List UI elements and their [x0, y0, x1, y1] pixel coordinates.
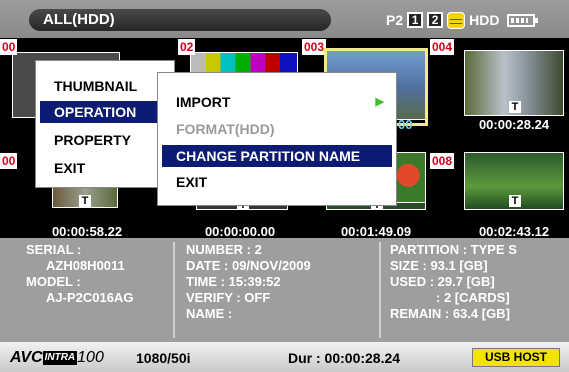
clip-image: T: [464, 152, 564, 210]
clip-timecode: 00:02:43.12: [478, 224, 550, 239]
time-field: TIME : 15:39:52: [186, 274, 281, 289]
clip-timecode: 00:00:28.24: [478, 117, 550, 132]
partition-info: PARTITION : TYPE S SIZE : 93.1 [GB] USED…: [390, 242, 517, 322]
t-mark-icon: T: [79, 195, 91, 207]
clip-thumbnail[interactable]: T 004 00:00:28.24: [430, 38, 564, 133]
menu-item-exit[interactable]: EXIT: [40, 157, 170, 179]
clip-number: 02: [178, 39, 196, 55]
clip-thumbnail[interactable]: T 008 00:02:43.12: [430, 144, 564, 239]
avc-text: AVC: [10, 349, 43, 366]
remain-field: REMAIN : 63.4 [GB]: [390, 306, 510, 321]
battery-icon: [507, 13, 539, 27]
clip-timecode: 00: [398, 117, 413, 132]
serial-label: SERIAL :: [26, 242, 82, 257]
clip-number: 004: [430, 39, 455, 55]
clip-timecode: 00:00:00.00: [204, 224, 276, 239]
submenu-arrow-icon: ▶: [375, 96, 384, 108]
screen: ALL(HDD) P2 1 2 HDD 00 02 003 00 T 004 0…: [0, 0, 569, 372]
clip-timecode: 00:00:58.22: [51, 224, 123, 239]
slot1-indicator: 1: [407, 12, 424, 28]
serial-value: AZH08H0011: [46, 258, 125, 273]
clip-image: T: [52, 186, 118, 208]
clip-timecode: 00:01:49.09: [340, 224, 412, 239]
clip-number: 003: [302, 39, 327, 55]
intra-badge: INTRA: [42, 351, 78, 365]
name-field: NAME :: [186, 306, 233, 321]
menu-item-exit[interactable]: EXIT: [162, 171, 392, 193]
view-title: ALL(HDD): [29, 9, 331, 31]
p2-label: P2: [386, 12, 404, 28]
clip-number: 00: [0, 153, 18, 169]
device-info: SERIAL : AZH08H0011 MODEL : AJ-P2C016AG: [26, 242, 133, 306]
menu-item-format-hdd: FORMAT(HDD): [176, 121, 275, 137]
menu-item-change-partition-name[interactable]: CHANGE PARTITION NAME: [162, 145, 392, 167]
hdd-label: HDD: [469, 12, 500, 28]
t-mark-icon: T: [509, 101, 521, 113]
divider: [173, 242, 175, 338]
footer-bar: AVC INTRA 100 1080/50i Dur : 00:00:28.24 U…: [0, 342, 569, 372]
number-field: NUMBER : 2: [186, 242, 262, 257]
menu-item-operation[interactable]: OPERATION ▶: [40, 101, 170, 123]
rate-text: 100: [77, 349, 104, 366]
operation-submenu: IMPORT ▶ FORMAT(HDD) CHANGE PARTITION NA…: [157, 72, 397, 206]
media-status: P2 1 2 HDD: [386, 9, 539, 31]
t-mark-icon: T: [509, 195, 521, 207]
menu-item-label: OPERATION: [54, 104, 137, 120]
codec-logo: AVC INTRA 100: [10, 349, 104, 367]
clip-info: NUMBER : 2 DATE : 09/NOV/2009 TIME : 15:…: [186, 242, 311, 322]
model-label: MODEL :: [26, 274, 81, 289]
clip-image: T: [464, 50, 564, 116]
model-value: AJ-P2C016AG: [46, 290, 134, 305]
size-field: SIZE : 93.1 [GB]: [390, 258, 488, 273]
hdd-icon: [447, 11, 466, 29]
clip-number: 008: [430, 153, 455, 169]
menu-item-label: PROPERTY: [54, 132, 132, 148]
date-field: DATE : 09/NOV/2009: [186, 258, 311, 273]
divider: [379, 242, 381, 338]
cards-field: : 2 [CARDS]: [436, 290, 510, 305]
menu-item-property[interactable]: PROPERTY ▶: [40, 129, 170, 151]
clip-number: 00: [0, 39, 18, 55]
main-menu: THUMBNAIL ▶ OPERATION ▶ PROPERTY ▶ EXIT: [35, 60, 175, 188]
header-bar: ALL(HDD) P2 1 2 HDD: [0, 0, 569, 38]
used-field: USED : 29.7 [GB]: [390, 274, 495, 289]
menu-item-thumbnail[interactable]: THUMBNAIL ▶: [40, 75, 170, 97]
usb-host-button[interactable]: USB HOST: [472, 348, 560, 367]
partition-field: PARTITION : TYPE S: [390, 242, 517, 257]
duration-readout: Dur : 00:00:28.24: [288, 350, 401, 366]
property-info-panel: SERIAL : AZH08H0011 MODEL : AJ-P2C016AG …: [0, 238, 569, 342]
video-format: 1080/50i: [136, 350, 191, 366]
menu-item-label: THUMBNAIL: [54, 78, 138, 94]
verify-field: VERIFY : OFF: [186, 290, 271, 305]
menu-item-import[interactable]: IMPORT ▶: [162, 91, 392, 113]
menu-item-label: IMPORT: [176, 94, 231, 110]
slot2-indicator: 2: [427, 12, 444, 28]
